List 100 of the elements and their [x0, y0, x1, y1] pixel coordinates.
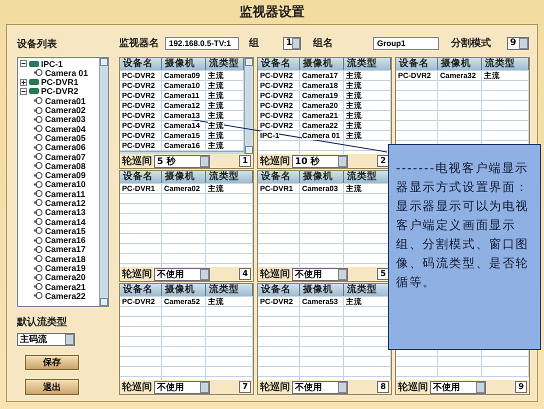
camera-icon: [34, 264, 43, 272]
tree-item[interactable]: Camera09: [45, 170, 86, 180]
interval-label: 轮巡间: [260, 268, 290, 281]
column-header: 流类型: [206, 284, 253, 296]
split-mode-select[interactable]: 9: [507, 36, 529, 50]
stream-type-label: 默认流类型: [17, 315, 68, 329]
device-icon: [29, 60, 39, 67]
camera-icon: [34, 180, 43, 188]
column-header: 摄像机: [300, 58, 344, 70]
interval-label: 轮巡间: [122, 268, 152, 281]
expand-icon[interactable]: [20, 78, 27, 86]
camera-icon: [34, 246, 43, 253]
camera-icon: [34, 134, 43, 142]
column-header: 流类型: [206, 171, 253, 183]
tree-item[interactable]: Camera01: [45, 96, 86, 106]
camera-icon: [34, 274, 43, 281]
tree-item[interactable]: Camera08: [45, 160, 86, 171]
device-list-title: 设备列表: [17, 38, 58, 51]
interval-select[interactable]: 不使用: [154, 268, 210, 280]
camera-icon: [34, 218, 43, 226]
window-number: 5: [377, 268, 389, 280]
window-number: 2: [377, 155, 389, 167]
column-header: 设备名: [258, 284, 300, 296]
tree-item[interactable]: IPC-1: [41, 58, 63, 69]
annotation-callout: -------电视客户端显示器显示方式设置界面：显示器显示可以为电视客户端定义画面显示组、分割模式、窗口图像、码流类型、是否轮循等。: [388, 144, 541, 350]
tree-item[interactable]: Camera16: [45, 235, 86, 246]
camera-icon: [34, 106, 43, 114]
tree-item[interactable]: Camera02: [45, 105, 86, 116]
interval-select[interactable]: 不使用: [292, 380, 348, 394]
collapse-icon[interactable]: [20, 60, 27, 68]
interval-select[interactable]: 不使用: [154, 380, 210, 394]
tree-item[interactable]: Camera13: [45, 207, 86, 218]
column-header: 流类型: [344, 58, 391, 70]
tree-item[interactable]: Camera05: [45, 132, 86, 143]
interval-select[interactable]: 10 秒: [292, 154, 348, 168]
exit-button[interactable]: 退出: [25, 379, 79, 395]
tree-item[interactable]: Camera10: [45, 179, 86, 190]
window-number: 4: [239, 268, 251, 280]
tree-item[interactable]: Camera07: [45, 152, 86, 162]
tree-item[interactable]: Camera20: [45, 272, 86, 282]
collapse-icon[interactable]: [20, 88, 27, 95]
window-number: 8: [377, 381, 389, 393]
group-label: 组: [249, 36, 259, 50]
window-title: 监视器设置: [238, 4, 306, 22]
camera-icon: [34, 227, 43, 234]
camera-icon: [34, 199, 43, 206]
column-header: 设备名: [120, 171, 162, 183]
tree-item[interactable]: Camera22: [45, 290, 86, 301]
interval-select[interactable]: 5 秒: [154, 154, 210, 168]
tree-item[interactable]: Camera12: [45, 198, 86, 208]
tree-item[interactable]: Camera18: [45, 254, 86, 264]
camera-icon: [34, 236, 43, 244]
column-header: 流类型: [206, 58, 244, 70]
tree-item[interactable]: Camera06: [45, 142, 86, 152]
column-header: 设备名: [120, 58, 162, 70]
camera-icon: [34, 116, 43, 123]
tree-item[interactable]: Camera 01: [45, 68, 88, 78]
window-number: 9: [515, 381, 527, 393]
camera-icon: [34, 97, 43, 104]
tree-item[interactable]: Camera17: [45, 244, 86, 254]
interval-label: 轮巡间: [122, 154, 152, 168]
column-header: 摄像机: [300, 284, 344, 296]
column-header: 流类型: [344, 284, 391, 296]
column-header: 摄像机: [162, 58, 206, 70]
tree-item[interactable]: PC-DVR1: [41, 77, 78, 88]
window-number: 7: [239, 381, 251, 393]
interval-select[interactable]: 不使用: [292, 268, 348, 280]
split-mode-label: 分割模式: [451, 36, 491, 50]
camera-icon: [34, 172, 43, 179]
group-select[interactable]: 1: [283, 36, 301, 50]
camera-icon: [34, 69, 43, 76]
camera-icon: [34, 152, 43, 160]
interval-label: 轮巡间: [398, 380, 428, 394]
column-header: 设备名: [258, 58, 300, 70]
column-header: 流类型: [482, 58, 529, 70]
camera-icon: [34, 190, 43, 198]
tree-item[interactable]: Camera04: [45, 124, 86, 134]
column-header: 摄像机: [438, 58, 482, 70]
column-header: 摄像机: [300, 171, 344, 183]
column-header: 设备名: [120, 284, 162, 296]
tree-item[interactable]: Camera19: [45, 263, 86, 274]
save-button[interactable]: 保存: [25, 354, 79, 370]
camera-icon: [34, 162, 43, 170]
column-header: 摄像机: [162, 171, 206, 183]
camera-icon: [34, 125, 43, 132]
interval-select[interactable]: 不使用: [430, 380, 486, 394]
tree-item[interactable]: Camera03: [45, 114, 86, 124]
window-number: 1: [239, 155, 251, 167]
tree-item[interactable]: Camera14: [45, 216, 86, 227]
tree-item[interactable]: Camera15: [45, 226, 86, 236]
tree-item[interactable]: PC-DVR2: [41, 86, 78, 96]
group-name-field[interactable]: Group1: [373, 36, 439, 50]
interval-label: 轮巡间: [122, 380, 152, 394]
stream-type-select[interactable]: 主码流: [17, 332, 75, 346]
column-header: 设备名: [258, 171, 300, 183]
monitor-name-field[interactable]: 192.168.0.5-TV:1: [165, 36, 239, 50]
camera-icon: [34, 144, 43, 151]
column-header: 流类型: [344, 171, 391, 183]
tree-item[interactable]: Camera21: [45, 282, 86, 292]
tree-item[interactable]: Camera11: [45, 188, 86, 199]
